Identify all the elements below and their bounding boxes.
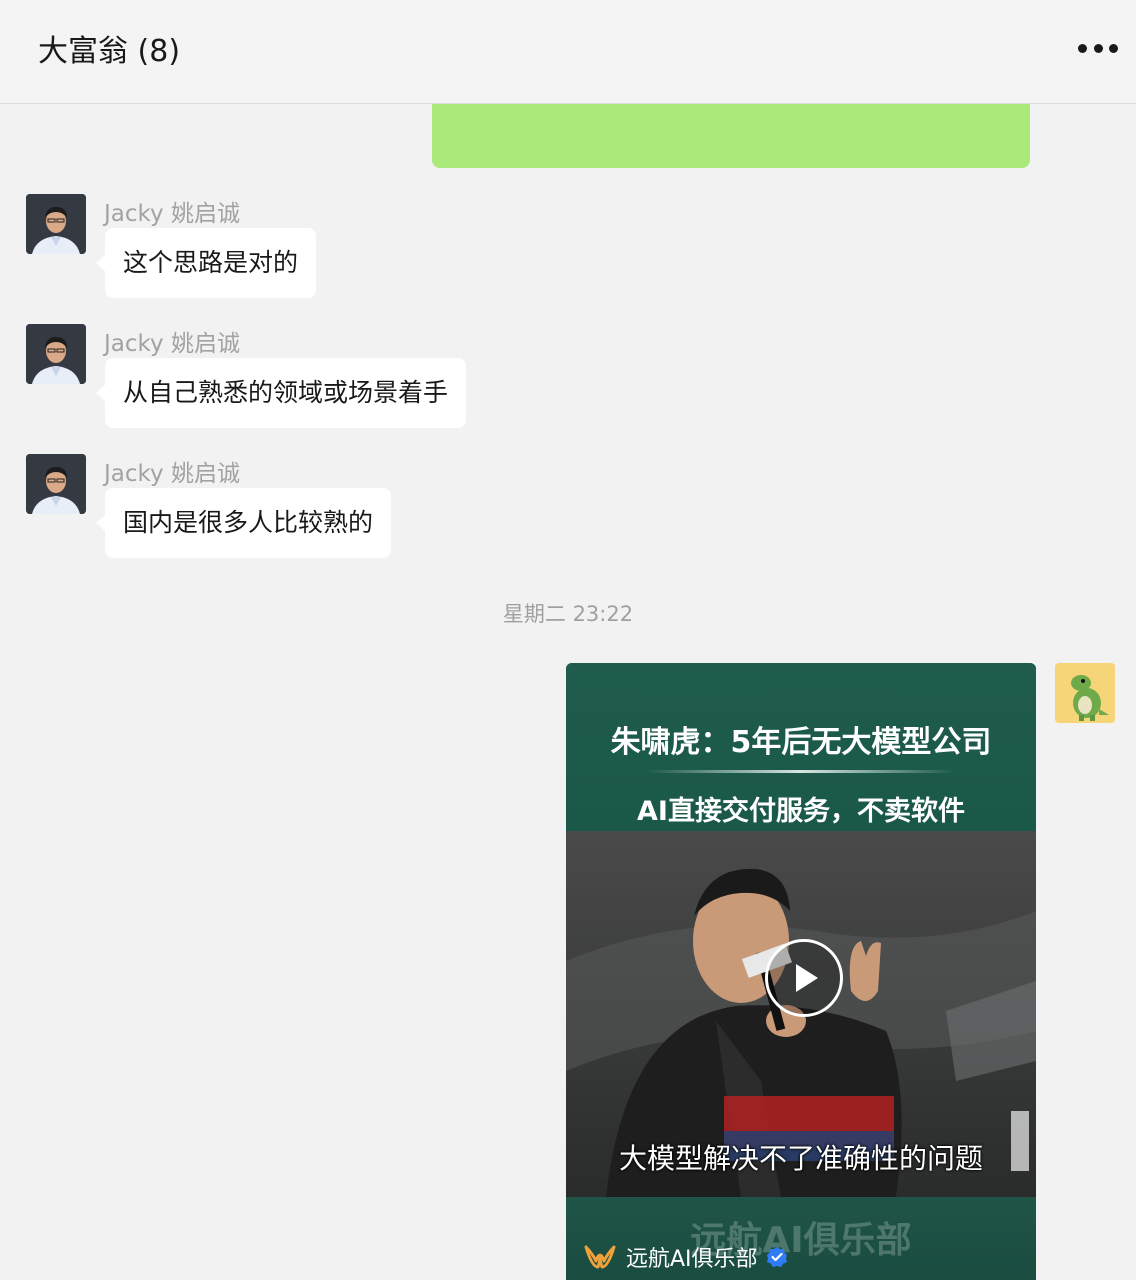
more-dots-icon[interactable] — [1078, 38, 1118, 58]
avatar[interactable] — [26, 194, 86, 254]
channel-logo-icon — [584, 1245, 616, 1269]
video-subtitle: AI直接交付服务，不卖软件 — [637, 796, 965, 827]
chat-header: 大富翁 (8) — [0, 0, 1136, 104]
avatar[interactable] — [26, 324, 86, 384]
video-card[interactable]: 朱啸虎：5年后无大模型公司 AI直接交付服务，不卖软件 大模型解决不了准确性的问… — [566, 663, 1036, 1280]
received-message-bubble[interactable]: 从自己熟悉的领域或场景着手 — [95, 358, 467, 428]
chat-title: 大富翁 (8) — [38, 34, 181, 69]
received-message-bubble[interactable]: 这个思路是对的 — [95, 228, 317, 298]
sender-name: Jacky 姚启诚 — [104, 201, 240, 227]
sender-name: Jacky 姚启诚 — [104, 461, 240, 487]
video-caption: 大模型解决不了准确性的问题 — [618, 1142, 983, 1175]
sender-name: Jacky 姚启诚 — [104, 331, 240, 357]
channel-name: 远航AI俱乐部 — [626, 1247, 758, 1272]
verified-badge-icon — [766, 1247, 787, 1267]
timestamp: 星期二 23:22 — [502, 602, 634, 626]
video-title: 朱啸虎：5年后无大模型公司 — [610, 725, 992, 760]
avatar[interactable] — [26, 454, 86, 514]
channel-info[interactable]: 远航AI俱乐部 — [584, 1241, 788, 1273]
avatar[interactable] — [1055, 663, 1115, 723]
video-header: 朱啸虎：5年后无大模型公司 AI直接交付服务，不卖软件 — [566, 663, 1036, 831]
video-footer: 远航AI俱乐部 远航AI俱乐部 — [566, 1197, 1036, 1280]
play-icon[interactable] — [765, 939, 843, 1017]
received-message-bubble[interactable]: 国内是很多人比较熟的 — [95, 488, 392, 558]
divider — [646, 770, 956, 773]
